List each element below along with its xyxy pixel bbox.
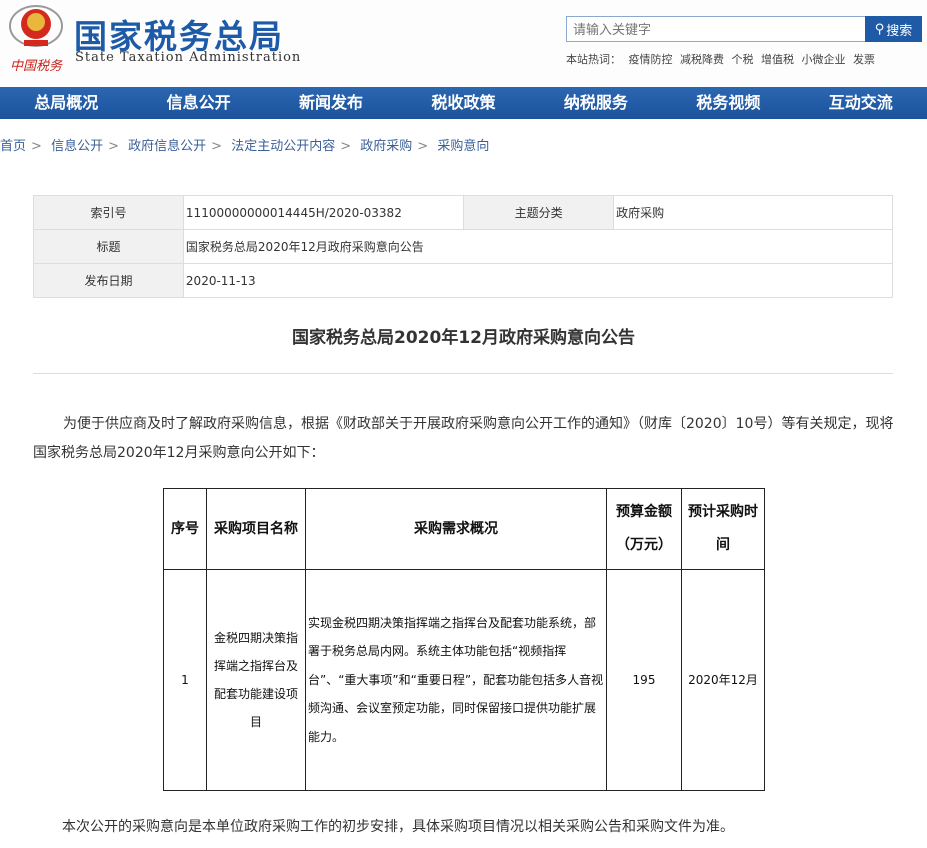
topic-label: 主题分类 <box>463 195 615 230</box>
search-button[interactable]: ⚲ 搜索 <box>865 16 922 42</box>
cell-no: 1 <box>163 569 207 791</box>
cell-time: 2020年12月 <box>681 569 765 791</box>
site-logo-subtitle: State Taxation Administration <box>75 50 302 65</box>
date-label: 发布日期 <box>33 263 184 298</box>
metadata-table: 索引号 11100000000014445H/2020-03382 主题分类 政… <box>33 195 894 298</box>
tax-emblem-icon <box>9 5 63 47</box>
cell-budget: 195 <box>606 569 682 791</box>
breadcrumb-separator: > <box>417 139 429 154</box>
hot-words-label: 本站热词： <box>566 53 621 66</box>
hot-word-link[interactable]: 减税降费 <box>680 53 724 66</box>
metadata-row: 索引号 11100000000014445H/2020-03382 主题分类 政… <box>33 195 893 230</box>
col-header-time: 预计采购时间 <box>681 488 765 570</box>
breadcrumb-link[interactable]: 首页 <box>0 139 26 154</box>
calligraphy-logo: 中国税务 <box>10 59 63 74</box>
breadcrumb-link[interactable]: 法定主动公开内容 <box>231 139 335 154</box>
hot-words: 本站热词： 疫情防控 减税降费 个税 增值税 小微企业 发票 <box>566 51 879 67</box>
hot-word-link[interactable]: 疫情防控 <box>629 53 673 66</box>
col-header-no: 序号 <box>163 488 207 570</box>
nav-item-service[interactable]: 纳税服务 <box>530 87 662 119</box>
site-header: 国家税务总局 State Taxation Administration 中国税… <box>0 0 927 86</box>
nav-item-news[interactable]: 新闻发布 <box>265 87 397 119</box>
divider <box>33 373 893 374</box>
index-label: 索引号 <box>33 195 184 230</box>
topic-value: 政府采购 <box>613 195 893 230</box>
article-intro: 为便于供应商及时了解政府采购信息，根据《财政部关于开展政府采购意向公开工作的通知… <box>33 416 894 461</box>
col-header-name: 采购项目名称 <box>206 488 306 570</box>
hot-word-link[interactable]: 增值税 <box>761 53 794 66</box>
breadcrumb-link[interactable]: 政府采购 <box>360 139 412 154</box>
metadata-row: 发布日期 2020-11-13 <box>33 263 894 298</box>
col-header-requirement: 采购需求概况 <box>305 488 607 570</box>
breadcrumb-link[interactable]: 采购意向 <box>437 139 489 154</box>
table-row: 1 金税四期决策指挥端之指挥台及配套功能建设项目 实现金税四期决策指挥端之指挥台… <box>163 569 765 791</box>
search-input[interactable] <box>566 16 866 42</box>
hot-word-link[interactable]: 个税 <box>732 53 754 66</box>
breadcrumb-link[interactable]: 信息公开 <box>51 139 103 154</box>
nav-item-policy[interactable]: 税收政策 <box>397 87 529 119</box>
breadcrumb: 首页 > 信息公开 > 政府信息公开 > 法定主动公开内容 > 政府采购 > 采购意向 <box>0 135 489 154</box>
hot-word-link[interactable]: 发票 <box>853 53 875 66</box>
article-title: 国家税务总局2020年12月政府采购意向公告 <box>292 328 635 348</box>
cell-name: 金税四期决策指挥端之指挥台及配套功能建设项目 <box>206 569 306 791</box>
title-value: 国家税务总局2020年12月政府采购意向公告 <box>182 229 894 264</box>
date-value: 2020-11-13 <box>182 263 894 298</box>
table-header-row: 序号 采购项目名称 采购需求概况 预算金额（万元） 预计采购时间 <box>163 488 765 570</box>
breadcrumb-separator: > <box>211 139 223 154</box>
breadcrumb-separator: > <box>31 139 42 154</box>
article-footer-note: 本次公开的采购意向是本单位政府采购工作的初步安排，具体采购项目情况以相关采购公告… <box>62 819 734 835</box>
nav-item-overview[interactable]: 总局概况 <box>0 87 132 119</box>
search-button-label: 搜索 <box>886 23 913 39</box>
breadcrumb-link[interactable]: 政府信息公开 <box>128 139 206 154</box>
hot-word-link[interactable]: 小微企业 <box>802 53 846 66</box>
procurement-table: 序号 采购项目名称 采购需求概况 预算金额（万元） 预计采购时间 1 金税四期决… <box>163 488 765 791</box>
nav-item-disclosure[interactable]: 信息公开 <box>132 87 264 119</box>
breadcrumb-separator: > <box>340 139 352 154</box>
col-header-budget: 预算金额（万元） <box>606 488 682 570</box>
nav-item-video[interactable]: 税务视频 <box>662 87 794 119</box>
index-value: 11100000000014445H/2020-03382 <box>182 195 465 230</box>
nav-item-interaction[interactable]: 互动交流 <box>795 87 927 119</box>
metadata-row: 标题 国家税务总局2020年12月政府采购意向公告 <box>33 229 894 264</box>
cell-requirement: 实现金税四期决策指挥端之指挥台及配套功能系统，部署于税务总局内网。系统主体功能包… <box>305 569 607 791</box>
main-nav: 总局概况 信息公开 新闻发布 税收政策 纳税服务 税务视频 互动交流 <box>0 87 927 119</box>
title-label: 标题 <box>33 229 184 264</box>
breadcrumb-separator: > <box>108 139 119 154</box>
search-icon: ⚲ <box>874 21 885 37</box>
